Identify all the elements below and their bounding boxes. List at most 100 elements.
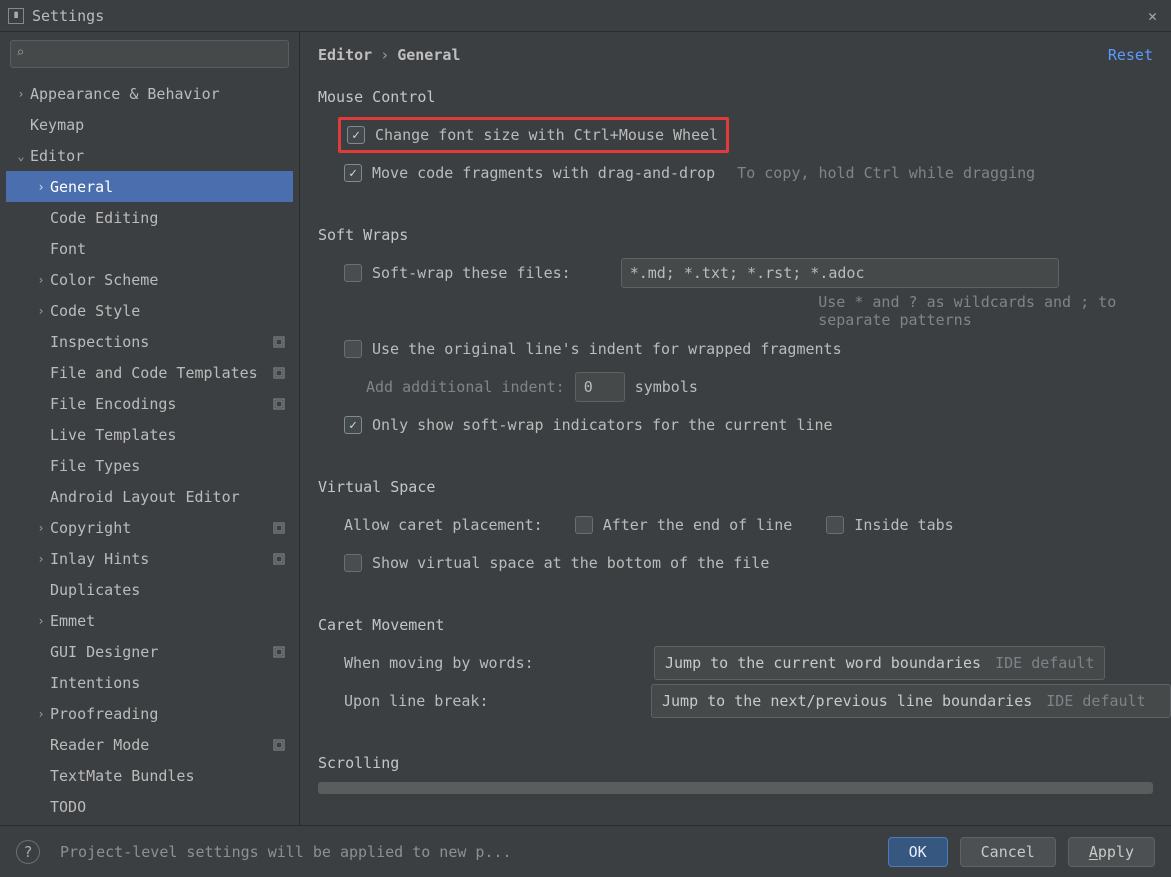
tree-item-label: Editor	[30, 147, 293, 165]
ok-button[interactable]: OK	[888, 837, 948, 867]
chevron-right-icon[interactable]: ›	[32, 614, 50, 628]
checkbox-drag-drop[interactable]	[344, 164, 362, 182]
select-moving-words-hint: IDE default	[995, 654, 1094, 672]
tree-item-label: GUI Designer	[50, 643, 271, 661]
tree-item-label: File Encodings	[50, 395, 271, 413]
tree-item[interactable]: ›Code Style	[6, 295, 293, 326]
tree-item-label: Copyright	[50, 519, 271, 537]
tree-item[interactable]: TODO	[6, 791, 293, 822]
label-add-indent: Add additional indent:	[366, 378, 565, 396]
label-caret-placement: Allow caret placement:	[344, 516, 543, 534]
tree-item[interactable]: Duplicates	[6, 574, 293, 605]
dialog-footer: ? Project-level settings will be applied…	[0, 825, 1171, 877]
project-scope-icon	[271, 644, 287, 660]
tree-item-label: Code Editing	[50, 209, 293, 227]
tree-item-label: TODO	[50, 798, 293, 816]
tree-item[interactable]: ›General	[6, 171, 293, 202]
checkbox-only-current-line[interactable]	[344, 416, 362, 434]
tree-item-label: Inspections	[50, 333, 271, 351]
tree-item[interactable]: TextMate Bundles	[6, 760, 293, 791]
tree-item[interactable]: Intentions	[6, 667, 293, 698]
select-moving-words[interactable]: Jump to the current word boundaries IDE …	[654, 646, 1105, 680]
label-drag-drop: Move code fragments with drag-and-drop	[372, 164, 715, 182]
tree-item-label: Android Layout Editor	[50, 488, 293, 506]
project-scope-icon	[271, 396, 287, 412]
chevron-right-icon[interactable]: ›	[32, 521, 50, 535]
tree-item[interactable]: File and Code Templates	[6, 357, 293, 388]
tree-item-label: Keymap	[30, 116, 293, 134]
reset-link[interactable]: Reset	[1108, 46, 1153, 64]
settings-tree[interactable]: ›Appearance & BehaviorKeymap⌄Editor›Gene…	[6, 78, 293, 825]
app-icon: ∎	[8, 8, 24, 24]
tree-item[interactable]: Keymap	[6, 109, 293, 140]
tree-item[interactable]: Android Layout Editor	[6, 481, 293, 512]
close-icon[interactable]: ✕	[1142, 7, 1163, 25]
label-inside-tabs: Inside tabs	[854, 516, 953, 534]
tree-item-label: Reader Mode	[50, 736, 271, 754]
horizontal-scrollbar[interactable]	[318, 782, 1153, 794]
tree-item[interactable]: ›Appearance & Behavior	[6, 78, 293, 109]
tree-item[interactable]: ›Proofreading	[6, 698, 293, 729]
help-icon[interactable]: ?	[16, 840, 40, 864]
input-softwrap-patterns[interactable]	[621, 258, 1059, 288]
tree-item[interactable]: Live Templates	[6, 419, 293, 450]
label-change-font-size: Change font size with Ctrl+Mouse Wheel	[375, 126, 718, 144]
tree-item[interactable]: Font	[6, 233, 293, 264]
chevron-right-icon[interactable]: ›	[12, 87, 30, 101]
window-title: Settings	[32, 7, 104, 25]
chevron-right-icon[interactable]: ›	[32, 180, 50, 194]
chevron-right-icon[interactable]: ›	[32, 304, 50, 318]
hint-softwrap-patterns: Use * and ? as wildcards and ; to separa…	[818, 293, 1171, 329]
label-original-indent: Use the original line's indent for wrapp…	[372, 340, 842, 358]
apply-button[interactable]: Apply	[1068, 837, 1155, 867]
select-line-break-value: Jump to the next/previous line boundarie…	[662, 692, 1032, 710]
tree-item-label: General	[50, 178, 293, 196]
tree-item[interactable]: ›Color Scheme	[6, 264, 293, 295]
tree-item[interactable]: Inspections	[6, 326, 293, 357]
settings-sidebar: ⌕ ›Appearance & BehaviorKeymap⌄Editor›Ge…	[0, 32, 300, 825]
checkbox-after-eol[interactable]	[575, 516, 593, 534]
tree-item-label: TextMate Bundles	[50, 767, 293, 785]
tree-item-label: Intentions	[50, 674, 293, 692]
checkbox-original-indent[interactable]	[344, 340, 362, 358]
tree-item-label: Proofreading	[50, 705, 293, 723]
tree-item[interactable]: File Encodings	[6, 388, 293, 419]
label-virtual-bottom: Show virtual space at the bottom of the …	[372, 554, 769, 572]
checkbox-virtual-bottom[interactable]	[344, 554, 362, 572]
project-scope-icon	[271, 520, 287, 536]
highlighted-option: Change font size with Ctrl+Mouse Wheel	[338, 117, 729, 153]
tree-item[interactable]: File Types	[6, 450, 293, 481]
project-scope-icon	[271, 334, 287, 350]
tree-item[interactable]: ›Inlay Hints	[6, 543, 293, 574]
checkbox-inside-tabs[interactable]	[826, 516, 844, 534]
tree-item[interactable]: GUI Designer	[6, 636, 293, 667]
settings-search-input[interactable]	[10, 40, 289, 68]
tree-item[interactable]: ⌄Editor	[6, 140, 293, 171]
breadcrumb-root[interactable]: Editor	[318, 46, 372, 64]
chevron-down-icon[interactable]: ⌄	[12, 149, 30, 163]
tree-item-label: Inlay Hints	[50, 550, 271, 568]
chevron-right-icon[interactable]: ›	[32, 273, 50, 287]
tree-item-label: File Types	[50, 457, 293, 475]
tree-item-label: Duplicates	[50, 581, 293, 599]
select-line-break-hint: IDE default	[1046, 692, 1145, 710]
breadcrumb-leaf: General	[397, 46, 460, 64]
input-add-indent[interactable]	[575, 372, 625, 402]
tree-item[interactable]: Code Editing	[6, 202, 293, 233]
tree-item[interactable]: Reader Mode	[6, 729, 293, 760]
settings-content[interactable]: Mouse Control Change font size with Ctrl…	[300, 70, 1171, 825]
select-line-break[interactable]: Jump to the next/previous line boundarie…	[651, 684, 1171, 718]
chevron-right-icon[interactable]: ›	[32, 707, 50, 721]
checkbox-softwrap-files[interactable]	[344, 264, 362, 282]
title-bar: ∎ Settings ✕	[0, 0, 1171, 32]
checkbox-change-font-size[interactable]	[347, 126, 365, 144]
section-virtual-space: Virtual Space	[318, 478, 1171, 496]
breadcrumb: Editor › General Reset	[300, 32, 1171, 70]
chevron-right-icon[interactable]: ›	[32, 552, 50, 566]
cancel-button[interactable]: Cancel	[960, 837, 1056, 867]
tree-item-label: File and Code Templates	[50, 364, 271, 382]
label-line-break: Upon line break:	[344, 692, 552, 710]
section-soft-wraps: Soft Wraps	[318, 226, 1171, 244]
tree-item[interactable]: ›Emmet	[6, 605, 293, 636]
tree-item[interactable]: ›Copyright	[6, 512, 293, 543]
